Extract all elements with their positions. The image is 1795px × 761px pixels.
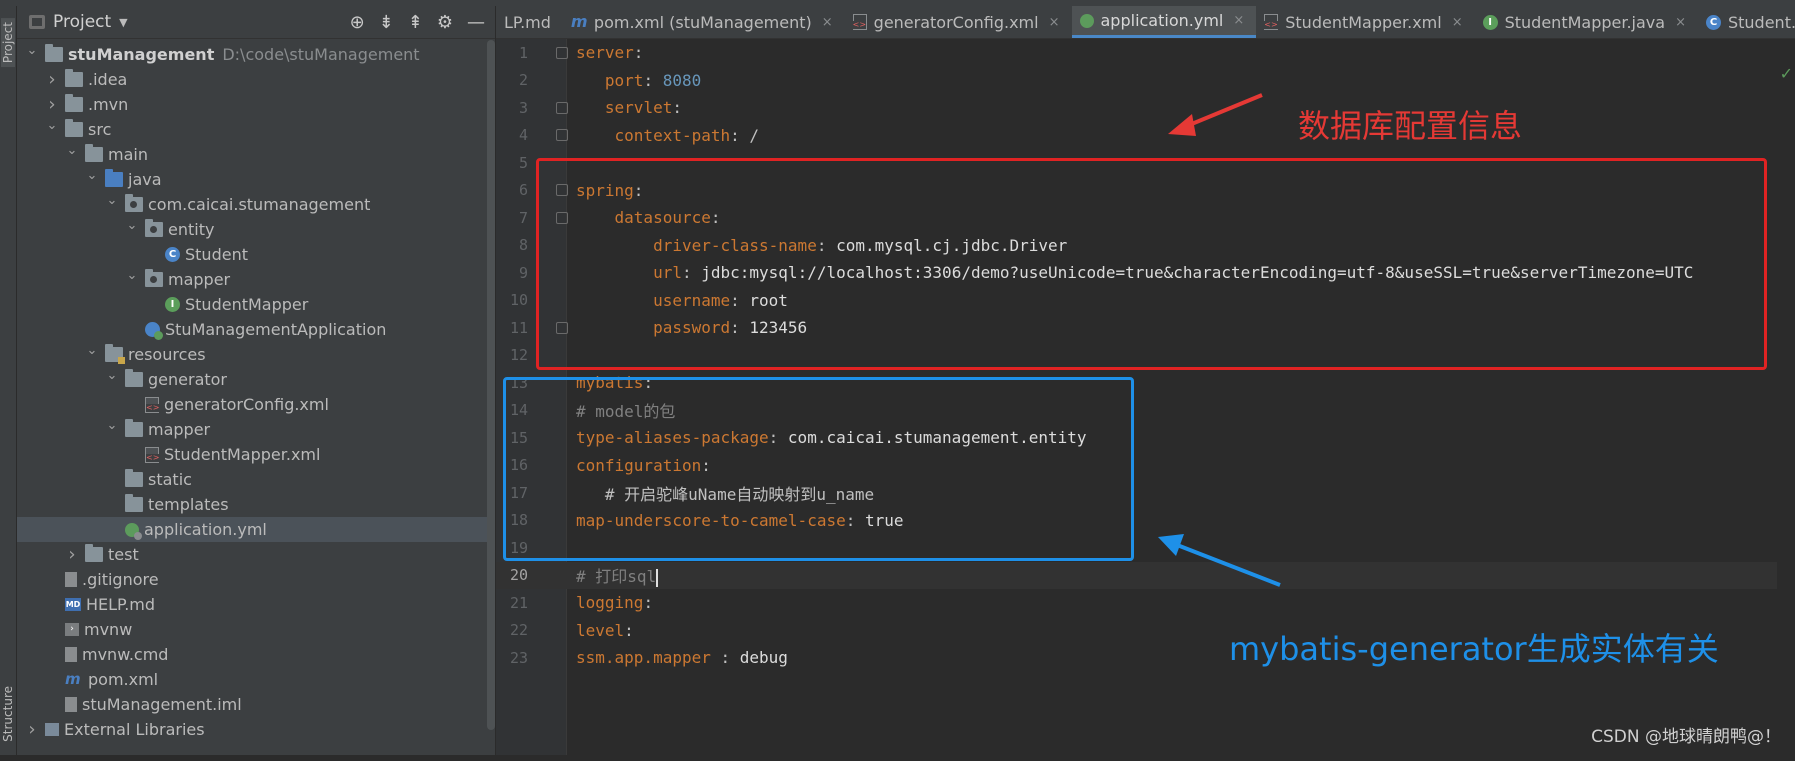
red-annotation-label: 数据库配置信息 (1298, 107, 1523, 145)
watermark: CSDN @地球晴朗鸭@！ (1591, 727, 1781, 747)
blue-annotation-label: mybatis-generator生成实体有关 (1229, 630, 1719, 668)
red-arrow (1168, 93, 1263, 136)
blue-arrow (1158, 534, 1281, 587)
